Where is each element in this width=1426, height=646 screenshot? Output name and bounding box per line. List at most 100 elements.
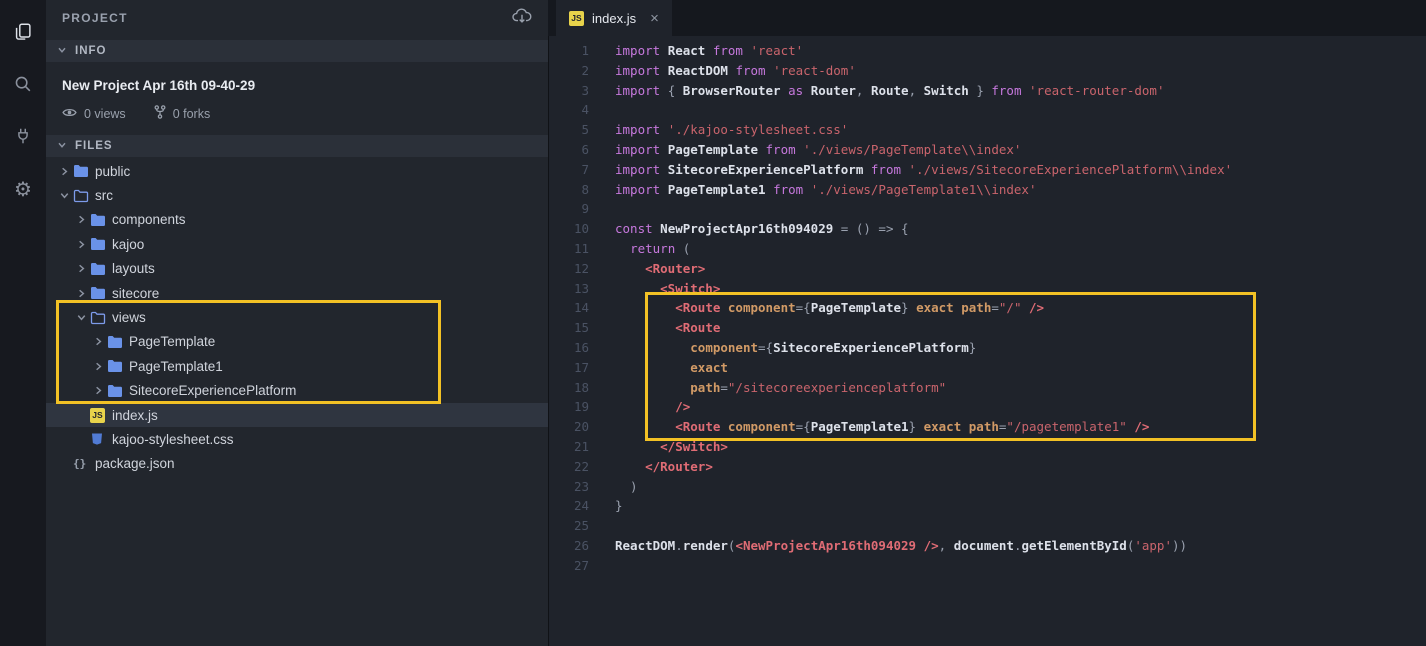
code-editor[interactable]: 1 import React from 'react' 2 import ReactD…: [548, 36, 1426, 646]
tree-item-src[interactable]: src: [46, 183, 548, 207]
code-line-3: 3 import { BrowserRouter as Router, Route…: [549, 81, 1426, 101]
tab-bar: JS index.js ×: [548, 0, 1426, 36]
line-number: 1: [581, 43, 589, 58]
line-number: 5: [581, 122, 589, 138]
tree-item-label: kajoo: [112, 236, 145, 252]
tree-item-pagetemplate1[interactable]: PageTemplate1: [46, 354, 548, 378]
chevron-right-icon: [90, 384, 107, 397]
code-line-24: 24}: [549, 496, 1426, 516]
tree-item-label: views: [112, 310, 146, 326]
chevron-right-icon: [73, 213, 90, 226]
activity-files-button[interactable]: [0, 8, 46, 60]
code-line-13: 13 <Switch>: [549, 279, 1426, 299]
chevron-right-icon: [73, 238, 90, 251]
code-line-17: 17 exact: [549, 358, 1426, 378]
line-number: 3: [581, 82, 589, 98]
chevron-down-icon: [56, 139, 68, 154]
chevron-right-icon: [73, 262, 90, 275]
tree-item-label: PageTemplate1: [129, 358, 223, 374]
sidebar-header: PROJECT: [46, 0, 548, 36]
tab-index-js[interactable]: JS index.js ×: [556, 0, 672, 36]
code-line-14: 14 <Route component={PageTemplate} exact…: [549, 298, 1426, 318]
folder-icon: [107, 384, 129, 398]
tree-item-label: src: [95, 188, 113, 204]
section-files-header[interactable]: FILES: [46, 135, 548, 157]
line-number: 25: [573, 518, 589, 534]
close-icon[interactable]: ×: [650, 10, 659, 27]
code-line-20: 20 <Route component={PageTemplate1} exac…: [549, 417, 1426, 437]
eye-icon: [62, 107, 77, 121]
line-number: 24: [573, 498, 589, 514]
line-number: 22: [573, 458, 589, 474]
tree-item-views[interactable]: views: [46, 305, 548, 329]
tree-item-label: PageTemplate: [129, 334, 216, 350]
folder-icon: [90, 213, 112, 227]
line-number: 2: [581, 62, 589, 78]
line-number: 19: [573, 399, 589, 415]
file-tree: public src components kajoo layouts sitecore v…: [46, 157, 548, 476]
json-file-icon: {}: [73, 457, 87, 471]
code-line-21: 21 </Switch>: [549, 437, 1426, 457]
code-line-22: 22 </Router>: [549, 457, 1426, 477]
tree-item-public[interactable]: public: [46, 159, 548, 183]
tree-item-label: kajoo-stylesheet.css: [112, 431, 234, 447]
chevron-right-icon: [90, 360, 107, 373]
code-line-12: 12 <Router>: [549, 259, 1426, 279]
forks-count: 0 forks: [172, 106, 211, 121]
tree-item-pagetemplate[interactable]: PageTemplate: [46, 330, 548, 354]
code-line-6: 6 import PageTemplate from './views/PageT…: [549, 140, 1426, 160]
tree-item-package-json[interactable]: {} package.json: [46, 452, 548, 476]
folder-open-icon: [90, 311, 112, 325]
code-line-16: 16 component={SitecoreExperiencePlatform…: [549, 338, 1426, 358]
tree-item-label: sitecore: [112, 285, 160, 301]
chevron-down-icon: [56, 44, 68, 59]
search-icon: [13, 74, 33, 99]
code-line-9: 9: [549, 199, 1426, 219]
tree-item-label: public: [95, 163, 131, 179]
tree-item-label: layouts: [112, 261, 155, 277]
activity-settings-button[interactable]: ⚙: [0, 164, 46, 216]
tree-item-sitecoreexperienceplatform[interactable]: SitecoreExperiencePlatform: [46, 379, 548, 403]
tree-item-sitecore[interactable]: sitecore: [46, 281, 548, 305]
tree-item-label: components: [112, 212, 186, 228]
folder-icon: [73, 164, 95, 178]
tree-item-index-js[interactable]: JS index.js: [46, 402, 548, 428]
tree-item-kajoo-stylesheet-css[interactable]: kajoo-stylesheet.css: [46, 427, 548, 451]
project-name: New Project Apr 16th 09-40-29: [62, 78, 256, 93]
code-line-25: 25: [549, 516, 1426, 536]
activity-deploy-button[interactable]: [0, 112, 46, 164]
code-line-27: 27: [549, 556, 1426, 576]
folder-icon: [90, 262, 112, 276]
line-number: 14: [573, 300, 589, 316]
tree-item-kajoo[interactable]: kajoo: [46, 232, 548, 256]
forks-stat: 0 forks: [154, 105, 211, 122]
code-line-5: 5 import './kajoo-stylesheet.css': [549, 120, 1426, 140]
line-number: 12: [573, 260, 589, 276]
code-line-19: 19 />: [549, 397, 1426, 417]
project-info: New Project Apr 16th 09-40-29 0 views 0 …: [46, 62, 548, 135]
tree-item-components[interactable]: components: [46, 208, 548, 232]
chevron-right-icon: [56, 165, 73, 178]
chevron-down-icon: [56, 189, 73, 202]
folder-icon: [107, 359, 129, 373]
line-number: 7: [581, 161, 589, 177]
activity-bar: ⚙: [0, 0, 46, 646]
tree-item-label: index.js: [112, 407, 158, 423]
code-line-10: 10 const NewProjectApr16th094029 = () => …: [549, 219, 1426, 239]
code-editor-window: ⚙ PROJECT INFO New Project Apr 16th 09-4…: [0, 0, 1426, 646]
activity-search-button[interactable]: [0, 60, 46, 112]
views-stat: 0 views: [62, 107, 126, 121]
js-file-icon: JS: [90, 407, 112, 423]
tree-item-label: package.json: [95, 456, 175, 472]
section-files-label: FILES: [75, 140, 113, 152]
cloud-download-icon[interactable]: [512, 7, 532, 29]
folder-icon: [90, 237, 112, 251]
tree-item-layouts[interactable]: layouts: [46, 257, 548, 281]
code-line-1: 1 import React from 'react': [549, 41, 1426, 61]
code-line-23: 23 ): [549, 477, 1426, 497]
line-number: 18: [573, 379, 589, 395]
line-number: 13: [573, 280, 589, 296]
folder-icon: [107, 335, 129, 349]
section-info-header[interactable]: INFO: [46, 40, 548, 62]
project-stats: 0 views 0 forks: [62, 105, 532, 122]
